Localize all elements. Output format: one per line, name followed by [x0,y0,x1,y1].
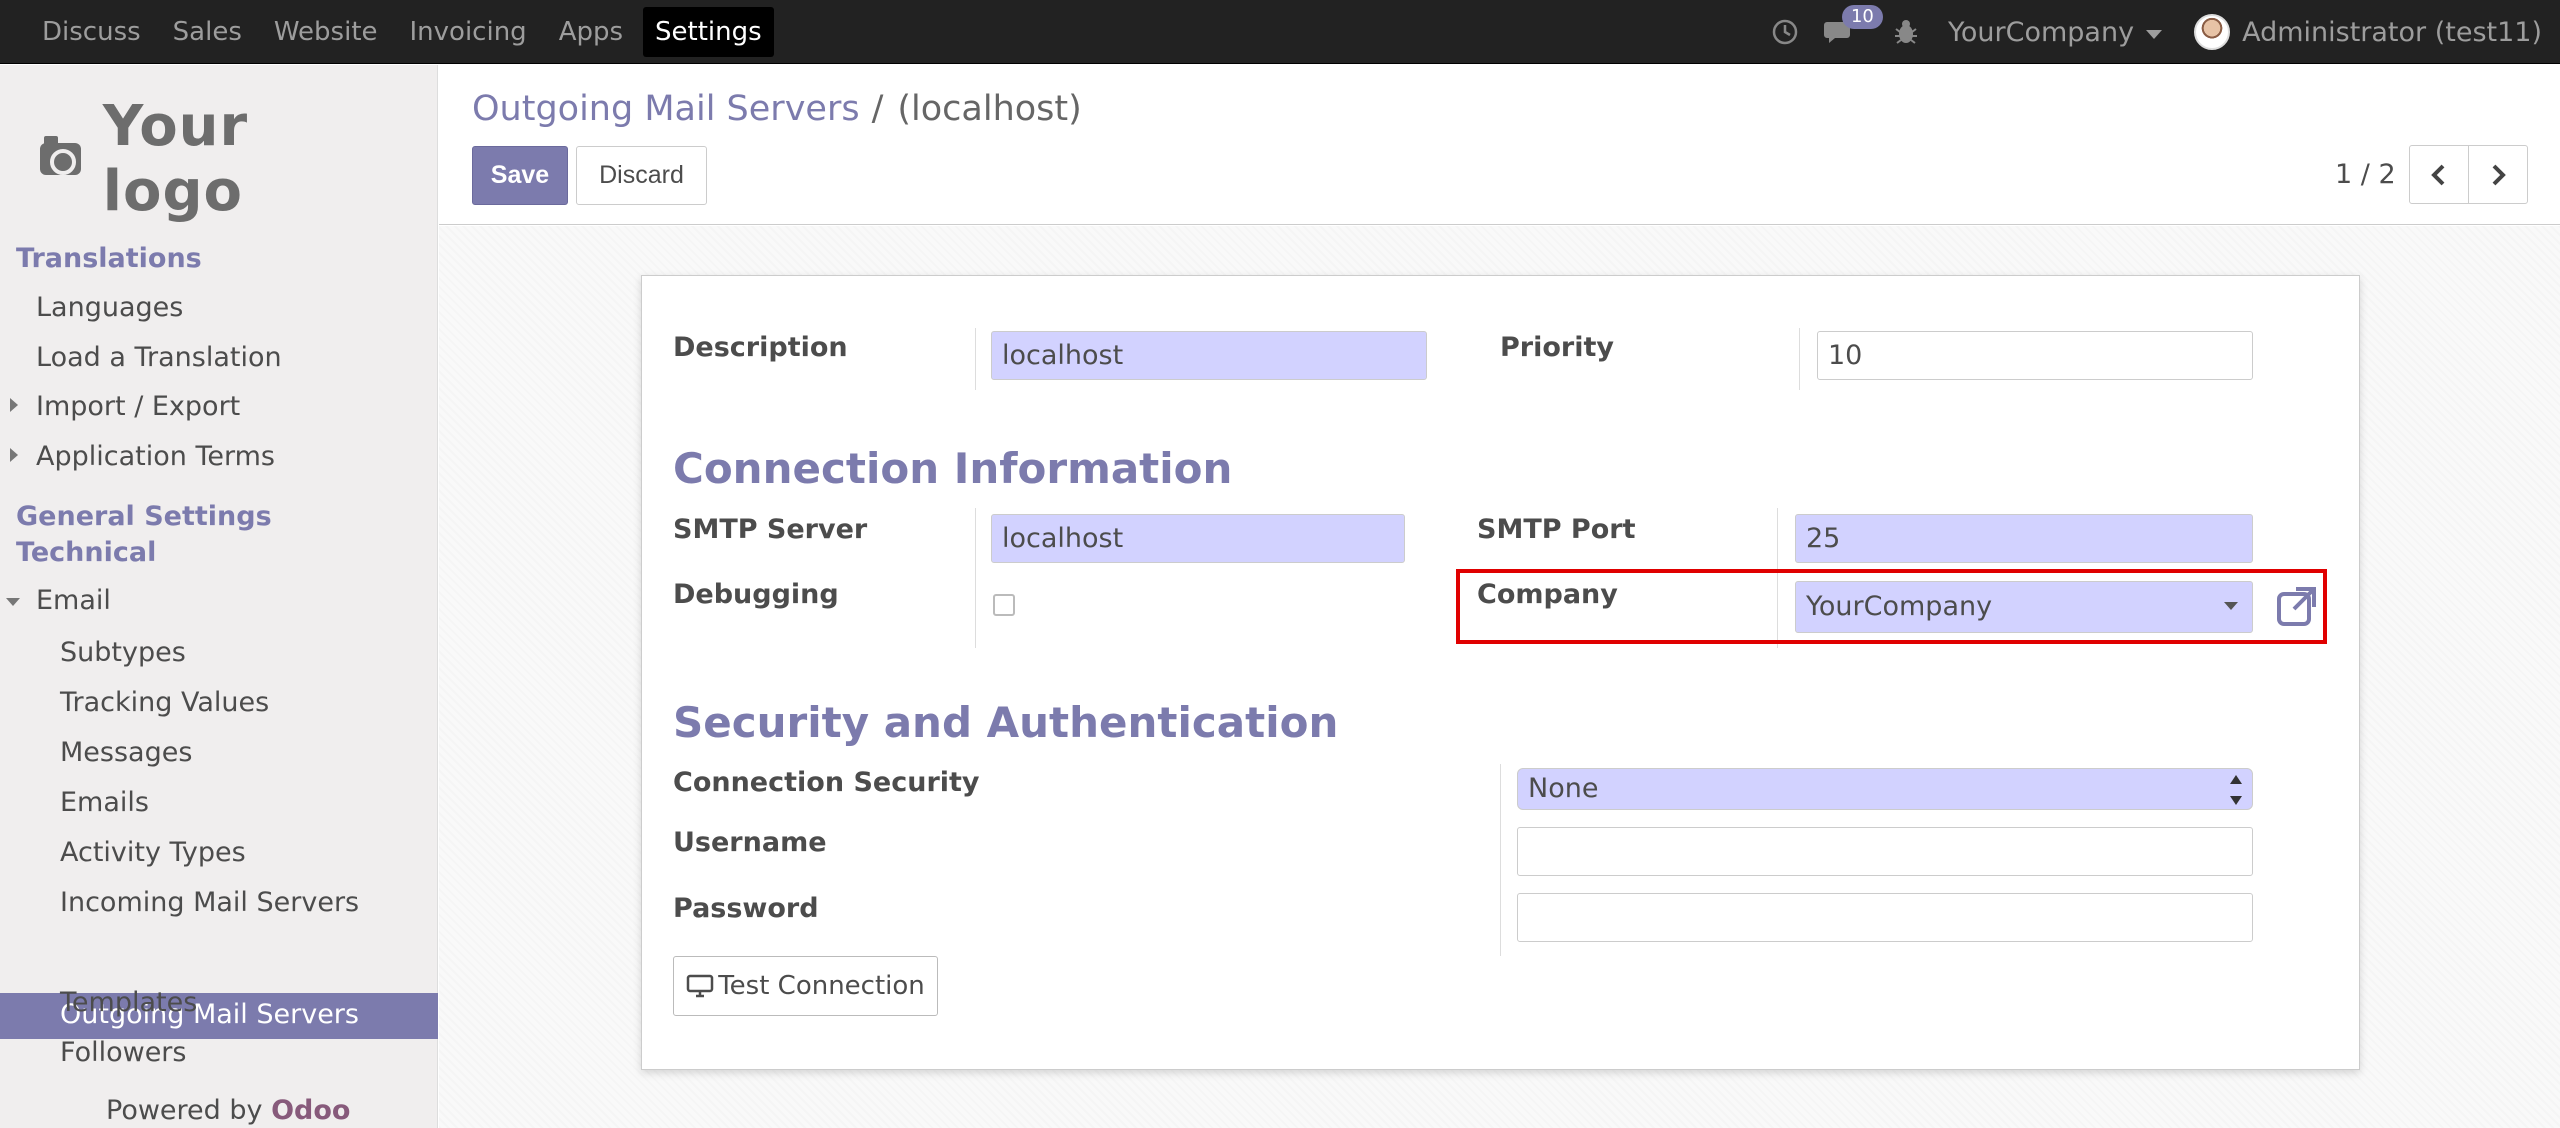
field-separator [1500,764,1501,956]
breadcrumb-separator: / [871,89,884,129]
debugging-checkbox[interactable] [993,594,1015,616]
collapse-down-icon[interactable] [6,598,20,606]
activity-clock-icon[interactable] [1772,19,1798,45]
company-logo: Your logo [40,89,400,229]
discard-button[interactable]: Discard [576,146,707,205]
description-label: Description [673,332,848,363]
chevron-right-icon [2492,164,2506,186]
chevron-left-icon [2431,164,2445,186]
logo-text: Your logo [102,94,249,224]
sidebar-item-messages[interactable]: Messages [60,737,192,768]
test-connection-button[interactable]: Test Connection [673,956,938,1016]
breadcrumb-parent-link[interactable]: Outgoing Mail Servers [472,89,860,129]
menu-apps[interactable]: Apps [547,7,635,57]
field-separator [975,508,976,648]
top-navbar: Discuss Sales Website Invoicing Apps Set… [0,0,2560,64]
messages-badge: 10 [1841,5,1883,29]
sidebar-item-tracking-values[interactable]: Tracking Values [60,687,269,718]
sidebar-item-load-translation[interactable]: Load a Translation [36,342,282,373]
user-menu[interactable]: Administrator (test11) [2194,14,2542,50]
menu-website[interactable]: Website [262,7,390,57]
test-connection-label: Test Connection [718,971,925,1001]
company-switcher-label: YourCompany [1947,16,2135,48]
priority-input[interactable] [1817,331,2253,380]
messages-chat-icon[interactable]: 10 [1823,5,1883,45]
user-avatar [2194,14,2231,50]
pager-previous-button[interactable] [2409,145,2469,204]
debugging-label: Debugging [673,579,839,610]
sidebar-item-subtypes[interactable]: Subtypes [60,637,186,668]
smtp-port-input[interactable] [1795,514,2253,563]
field-separator [975,328,976,390]
save-button[interactable]: Save [472,146,568,205]
menu-sales[interactable]: Sales [161,7,254,57]
connection-security-value: None [1528,773,1599,804]
control-panel: Outgoing Mail Servers / (localhost) Save D… [439,65,2560,225]
smtp-server-label: SMTP Server [673,514,868,545]
password-label: Password [673,893,819,924]
username-label: Username [673,827,827,858]
systray: 10 YourCompany Administrator (test11) [1772,0,2560,64]
select-updown-icon [2230,775,2242,805]
sidebar-item-application-terms[interactable]: Application Terms [36,441,275,472]
powered-by: Powered by Odoo [106,1095,350,1126]
user-name: Administrator (test11) [2242,16,2542,48]
sidebar-item-emails[interactable]: Emails [60,787,149,818]
debug-bug-icon[interactable] [1894,19,1918,45]
sidebar-item-activity-types[interactable]: Activity Types [60,837,246,868]
sidebar-heading-translations[interactable]: Translations [16,243,202,274]
menu-invoicing[interactable]: Invoicing [398,7,539,57]
menu-discuss[interactable]: Discuss [30,7,153,57]
company-highlight-box [1456,569,2327,644]
sidebar-item-templates[interactable]: Templates [60,987,197,1018]
sidebar-item-incoming-mail-servers[interactable]: Incoming Mail Servers [60,887,359,918]
password-input[interactable] [1517,893,2253,942]
expand-right-icon[interactable] [10,398,18,412]
connection-security-label: Connection Security [673,767,980,798]
connection-security-select[interactable]: None [1517,768,2253,810]
priority-label: Priority [1500,332,1614,363]
menu-settings[interactable]: Settings [643,7,774,57]
sidebar-item-languages[interactable]: Languages [36,292,183,323]
description-input[interactable] [991,331,1427,380]
field-separator [1799,328,1800,390]
pager-value: 1 / 2 [2335,159,2396,190]
smtp-server-input[interactable] [991,514,1405,563]
caret-down-icon [2146,29,2163,39]
sidebar-item-email[interactable]: Email [36,585,111,616]
breadcrumb-current: (localhost) [897,89,1082,129]
sidebar-item-followers[interactable]: Followers [60,1037,186,1068]
powered-by-odoo-link[interactable]: Odoo [271,1095,350,1126]
pager-next-button[interactable] [2468,145,2528,204]
sidebar-item-import-export[interactable]: Import / Export [36,391,240,422]
company-switcher[interactable]: YourCompany [1947,16,2163,48]
breadcrumb: Outgoing Mail Servers / (localhost) [472,89,1082,129]
smtp-port-label: SMTP Port [1477,514,1636,545]
powered-by-text: Powered by [106,1095,263,1126]
username-input[interactable] [1517,827,2253,876]
sidebar-heading-technical[interactable]: Technical [16,537,156,568]
connection-information-heading: Connection Information [673,444,1233,493]
expand-right-icon[interactable] [10,448,18,462]
monitor-icon [686,974,714,998]
sidebar-heading-general-settings[interactable]: General Settings [16,501,272,532]
security-authentication-heading: Security and Authentication [673,698,1339,747]
camera-icon [40,136,81,175]
sidebar: Your logo Translations Languages Load a … [0,65,438,1128]
app-menu: Discuss Sales Website Invoicing Apps Set… [30,0,782,64]
